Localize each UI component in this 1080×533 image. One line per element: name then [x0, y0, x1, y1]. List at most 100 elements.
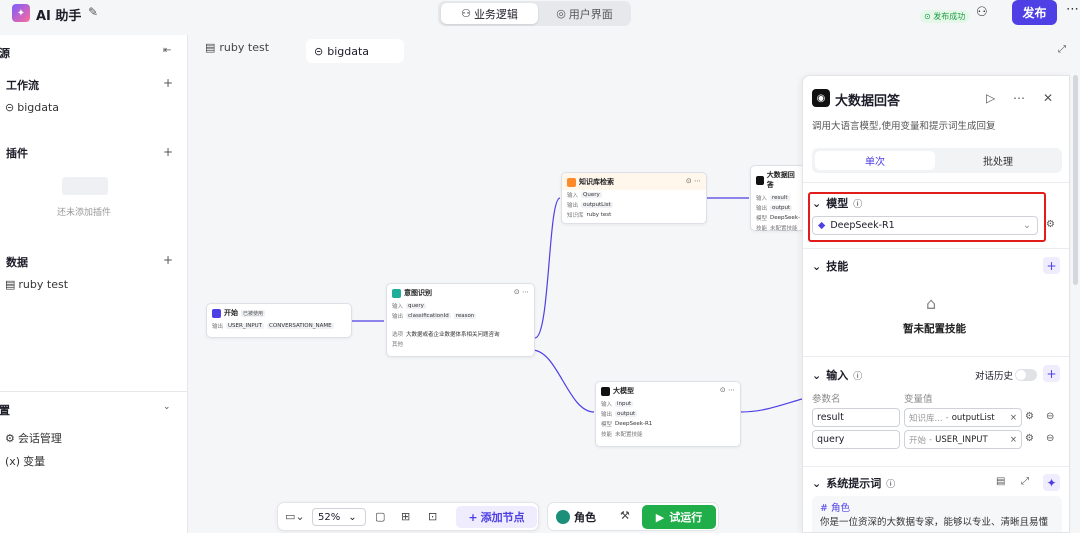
- tab-batch[interactable]: 批处理: [938, 151, 1058, 170]
- comment-icon[interactable]: ▢: [375, 510, 385, 523]
- add-skill-button[interactable]: +: [1043, 257, 1060, 274]
- node-knowledge-search[interactable]: 知识库检索 ⊙ ⋯ 输入 Query 输出 outputList 知识库 ruby t…: [561, 172, 707, 224]
- add-data-icon[interactable]: +: [163, 253, 173, 267]
- session-icon: ⚙: [5, 431, 15, 445]
- tab-user-interface[interactable]: ◎ 用户界面: [541, 3, 628, 24]
- clear-icon[interactable]: ×: [1010, 435, 1017, 445]
- history-toggle[interactable]: [1015, 369, 1037, 381]
- param-name-input[interactable]: query: [812, 430, 900, 449]
- close-icon[interactable]: ✕: [1043, 91, 1053, 105]
- node-ops-icon[interactable]: ⊙ ⋯: [686, 177, 701, 185]
- ai-optimize-button[interactable]: ✦: [1043, 474, 1060, 491]
- layout-icon[interactable]: ⊞: [401, 510, 410, 523]
- tab-single[interactable]: 单次: [815, 151, 935, 170]
- edit-icon[interactable]: ✎: [88, 5, 98, 19]
- tab-business-logic[interactable]: ⚇ 业务逻辑: [441, 3, 538, 24]
- settings-item-variables[interactable]: (x) 变量: [5, 453, 45, 469]
- node-ops-icon[interactable]: ⊙ ⋯: [720, 386, 735, 394]
- node-start[interactable]: 开始 已被使用 输出 USER_INPUT CONVERSATION_NAME: [206, 303, 352, 338]
- data-heading[interactable]: 数据: [6, 254, 28, 270]
- skills-empty-text: 暂未配置技能: [903, 323, 966, 335]
- wrench-icon[interactable]: ⚒: [620, 509, 630, 522]
- more-icon[interactable]: ⋯: [1066, 2, 1079, 17]
- node-llm[interactable]: 大模型 ⊙ ⋯ 输入 input 输出 output 模型 DeepSeek-R1 技…: [595, 381, 741, 447]
- skills-section-header[interactable]: ⌄ 技能: [812, 258, 848, 274]
- app-title: AI 助手: [36, 9, 82, 24]
- settings-item-session[interactable]: ⚙ 会话管理: [5, 430, 62, 446]
- info-icon: ⓘ: [886, 479, 896, 490]
- history-label: 对话历史: [975, 371, 1014, 382]
- empty-plugins-illustration: [62, 177, 108, 195]
- minimap-icon[interactable]: ▭⌄: [285, 510, 305, 523]
- divider: [803, 248, 1069, 249]
- publish-button[interactable]: 发布: [1012, 0, 1057, 25]
- fit-view-icon[interactable]: ⊡: [428, 510, 437, 523]
- workflow-item-bigdata[interactable]: ⊝ bigdata: [5, 101, 59, 114]
- param-settings-icon[interactable]: ⚙: [1025, 411, 1034, 422]
- workflow-heading[interactable]: 工作流: [6, 77, 39, 93]
- fullscreen-icon[interactable]: ⤢: [1058, 44, 1066, 55]
- document-icon: ▤: [205, 41, 216, 54]
- node-ops-icon[interactable]: ⊙ ⋯: [514, 288, 529, 296]
- chevron-down-icon[interactable]: ⌄: [163, 402, 171, 412]
- param-value-ref[interactable]: 开始 - USER_INPUT ×: [904, 430, 1022, 449]
- run-toolbar: 角色 ⚒ ▶ 试运行: [547, 502, 719, 531]
- model-select[interactable]: ◆ DeepSeek-R1 ⌄: [812, 216, 1038, 235]
- data-item-ruby-test[interactable]: ▤ ruby test: [5, 278, 68, 291]
- chevron-down-icon: ⌄: [348, 511, 357, 523]
- divider: [803, 466, 1069, 467]
- panel-title: 大数据回答: [835, 94, 901, 109]
- plugins-heading[interactable]: 插件: [6, 145, 28, 161]
- workflow-icon: ⊝: [314, 44, 324, 58]
- input-section-header[interactable]: ⌄ 输入 ⓘ: [812, 367, 862, 383]
- resources-heading: 资源: [0, 47, 10, 60]
- remove-param-icon[interactable]: ⊖: [1046, 411, 1054, 422]
- app-logo-icon: ✦: [12, 4, 30, 22]
- param-settings-icon[interactable]: ⚙: [1025, 433, 1034, 444]
- prompt-library-icon[interactable]: ▤: [996, 476, 1005, 487]
- start-icon: [212, 308, 221, 318]
- workflow-canvas[interactable]: 开始 已被使用 输出 USER_INPUT CONVERSATION_NAME 意图识…: [188, 66, 802, 533]
- panel-description: 调用大语言模型,使用变量和提示词生成回复: [812, 121, 996, 132]
- chevron-down-icon: ⌄: [812, 196, 822, 210]
- llm-icon: [601, 386, 610, 396]
- more-icon[interactable]: ⋯: [1013, 91, 1025, 105]
- clear-icon[interactable]: ×: [1010, 413, 1017, 423]
- add-workflow-icon[interactable]: +: [163, 76, 173, 90]
- play-icon: ▶: [655, 510, 665, 524]
- model-section-header[interactable]: ⌄ 模型 ⓘ: [812, 195, 862, 211]
- model-settings-icon[interactable]: ⚙: [1046, 219, 1055, 230]
- canvas-toolbar: ▭⌄ 52% ⌄ ▢ ⊞ ⊡ + 添加节点: [277, 502, 539, 531]
- document-icon: ▤: [5, 278, 16, 291]
- workflow-icon: ⊝: [5, 101, 15, 114]
- param-value-ref[interactable]: 知识库... - outputList ×: [904, 408, 1022, 427]
- node-intent[interactable]: 意图识别 ⊙ ⋯ 输入 query 输出 classificationId reaso…: [386, 283, 535, 357]
- system-prompt-header[interactable]: ⌄ 系统提示词 ⓘ: [812, 475, 895, 491]
- add-user-icon[interactable]: ⚇: [976, 5, 988, 20]
- divider: [803, 356, 1069, 357]
- top-bar: ✦ AI 助手 ✎ ⚇ 业务逻辑 ◎ 用户界面 ⊙ 发布成功 ⚇ 发布 ⋯: [0, 0, 1080, 28]
- system-prompt-editor[interactable]: # 角色 你是一位资深的大数据专家，能够以专业、清晰且易懂: [812, 496, 1062, 532]
- flow-icon: ⚇: [461, 7, 471, 20]
- test-run-button[interactable]: ▶ 试运行: [642, 505, 716, 529]
- add-input-button[interactable]: +: [1043, 365, 1060, 382]
- role-button[interactable]: 角色: [556, 509, 596, 525]
- add-plugin-icon[interactable]: +: [163, 145, 173, 159]
- tab-bigdata[interactable]: ⊝ bigdata: [306, 39, 404, 63]
- collapse-sidebar-icon[interactable]: ⇤: [163, 45, 171, 56]
- node-bigdata-answer[interactable]: 大数据回答 输入 result 输出 output 模型 DeepSeek- 技能 未配…: [750, 165, 802, 232]
- settings-heading[interactable]: 设置: [0, 402, 10, 418]
- empty-box-icon: ⌂: [926, 294, 937, 313]
- llm-icon: [756, 175, 764, 185]
- add-node-button[interactable]: + 添加节点: [456, 506, 537, 528]
- run-node-icon[interactable]: ▷: [986, 91, 995, 105]
- param-value-header: 变量值: [904, 394, 933, 405]
- deepseek-icon: ◆: [818, 220, 826, 231]
- param-name-input[interactable]: result: [812, 408, 900, 427]
- remove-param-icon[interactable]: ⊖: [1046, 433, 1054, 444]
- llm-icon: ◉: [812, 89, 830, 107]
- expand-icon[interactable]: ⤢: [1021, 476, 1029, 487]
- tab-ruby-test[interactable]: ▤ ruby test: [205, 41, 269, 54]
- panel-scrollbar[interactable]: [1073, 75, 1078, 285]
- zoom-select[interactable]: 52% ⌄: [312, 508, 366, 526]
